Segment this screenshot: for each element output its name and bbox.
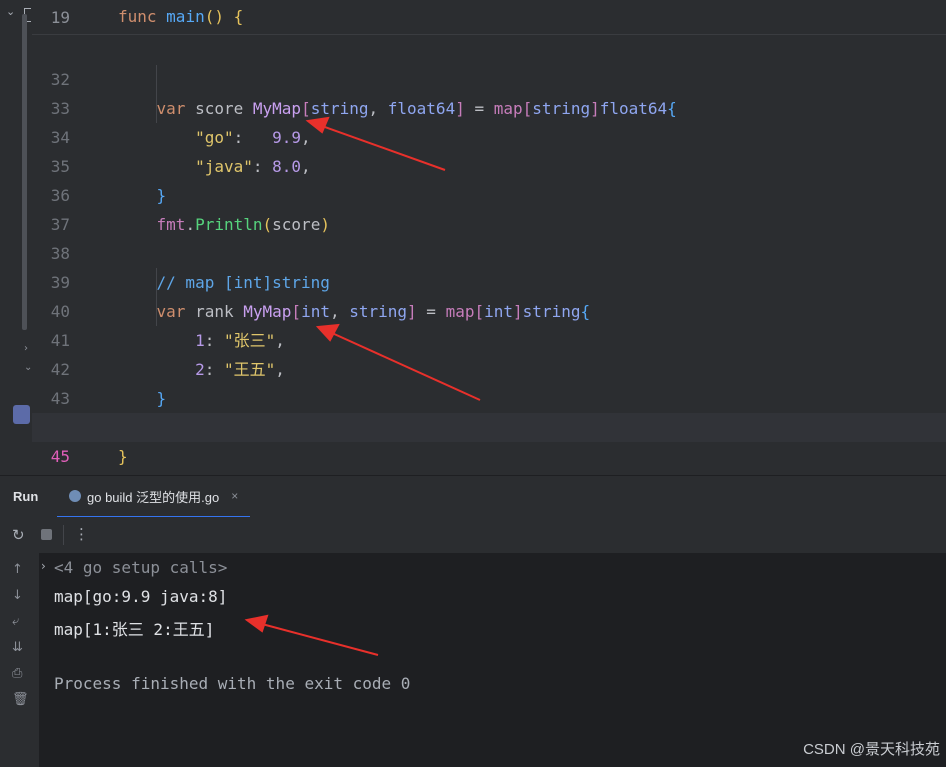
line-number: 19 [50,8,70,27]
code-line[interactable]: 34 "java": 8.0, [32,94,946,176]
code-lines[interactable]: 32 var score MyMap[string, float64] = ma… [32,36,946,466]
code-text: } [118,447,128,466]
console-process-finished: Process finished with the exit code 0 [54,674,411,693]
code-line[interactable]: 43 fmt.Println(rank) [32,355,946,437]
print-icon[interactable]: ⎙ [12,666,22,681]
code-line[interactable]: 37 [32,181,946,234]
arrow-down-icon[interactable]: ↓ [12,588,23,603]
trash-icon[interactable]: 🗑 [12,692,29,707]
code-line[interactable]: 44 } [32,384,946,466]
sticky-code: func main() { [118,7,244,26]
code-line[interactable]: 36 fmt.Println(score) [32,152,946,234]
console-output-line: map[1:张三 2:王五] [54,620,215,639]
code-line[interactable]: 41 2: "王五", [32,297,946,379]
go-file-icon [69,490,81,502]
toolbar-divider [63,525,64,545]
current-code-line[interactable]: 45 [32,413,946,466]
code-line[interactable]: 33 "go": 9.9, [32,65,946,147]
code-line[interactable]: 42 } [32,326,946,408]
soft-wrap-icon[interactable]: ⤶ [12,614,19,629]
rerun-icon[interactable]: ↻ [12,526,25,544]
chevron-right-icon[interactable]: › [41,559,46,573]
code-line[interactable]: 39 var rank MyMap[int, string] = map[int… [32,239,946,321]
left-tool-gutter: ⌄ › ⌄ [0,0,33,475]
run-tab[interactable]: go build 泛型的使用.go × [57,476,251,518]
stop-icon[interactable] [41,529,52,540]
fold-arrow-icon[interactable]: › [24,343,28,354]
run-console[interactable]: › <4 go setup calls> map[go:9.9 java:8] … [39,553,946,767]
run-panel-header: Run go build 泛型的使用.go × [0,475,946,519]
gutter-scrollbar[interactable] [22,14,27,330]
run-side-toolbar: ↑ ↓ ⤶ ⇊ ⎙ 🗑 [0,553,40,767]
code-editor[interactable]: 19 func main() { 32 var score MyMap[stri… [32,0,946,475]
scroll-to-end-icon[interactable]: ⇊ [12,640,23,655]
code-line[interactable]: 35 } [32,123,946,205]
console-setup-calls[interactable]: <4 go setup calls> [54,558,227,577]
console-output-line: map[go:9.9 java:8] [54,587,228,606]
line-number: 45 [50,447,70,466]
code-line[interactable]: 40 1: "张三", [32,268,946,350]
arrow-up-icon[interactable]: ↑ [12,562,23,577]
sticky-function-header[interactable]: 19 func main() { [32,0,946,35]
chevron-down-icon[interactable]: ⌄ [6,5,15,18]
watermark: CSDN @景天科技苑 [803,741,940,758]
code-line[interactable]: 38 // map [int]string [32,210,946,292]
run-tab-label: go build 泛型的使用.go [87,489,220,505]
close-icon[interactable]: × [231,489,238,503]
run-toolbar: ↻ ⋮ [0,517,946,554]
tool-window-button[interactable] [13,405,30,424]
code-line[interactable]: 32 var score MyMap[string, float64] = ma… [32,36,946,118]
run-panel-title[interactable]: Run [13,489,38,504]
more-vertical-icon[interactable]: ⋮ [74,525,89,543]
